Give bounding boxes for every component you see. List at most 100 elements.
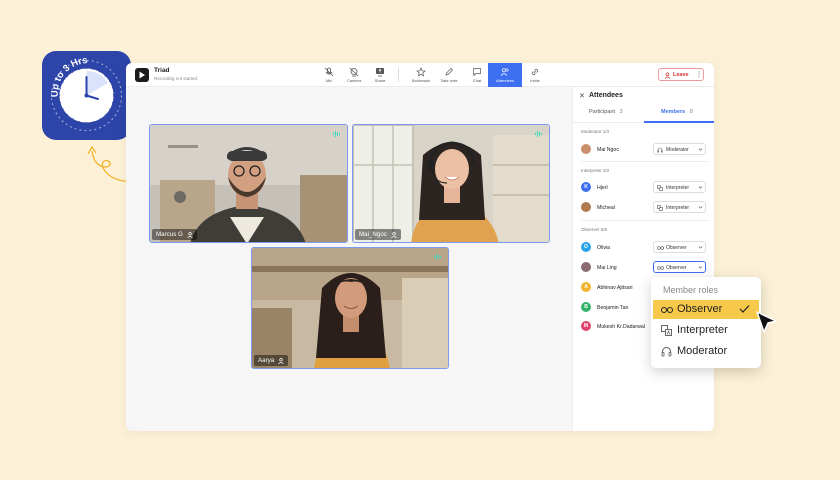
menu-item-interpreter[interactable]: Interpreter — [653, 321, 759, 340]
more-options-icon[interactable]: ⋮ — [696, 71, 702, 78]
section-divider — [581, 220, 709, 221]
person-icon — [187, 231, 193, 238]
participant-name: Mai_Ngoc — [359, 231, 387, 238]
member-name: Hjerl — [597, 184, 608, 191]
name-chip: Aarya — [254, 355, 289, 366]
menu-item-label: Observer — [677, 303, 723, 315]
translate-icon — [657, 184, 663, 191]
member-row: K Hjerl Interpreter — [581, 180, 709, 194]
avatar: M — [581, 321, 591, 331]
member-name: Benjamin Tan — [597, 304, 629, 311]
tab-participant[interactable]: Participant 3 — [589, 109, 623, 115]
member-row: Micheal Interpreter — [581, 200, 709, 214]
share-button[interactable]: Share — [363, 63, 397, 87]
member-row: Mai Ling Observer — [581, 260, 709, 274]
leave-label: Leave — [673, 72, 689, 78]
chevron-down-icon — [698, 148, 703, 151]
role-dropdown[interactable]: Observer — [653, 241, 706, 253]
tab-members[interactable]: Members 8 — [661, 109, 693, 115]
attendees-panel: ✕ Attendees Participant 3 Members 8 Mode… — [572, 87, 714, 431]
role-dropdown[interactable]: Interpreter — [653, 181, 706, 193]
link-icon — [531, 68, 539, 76]
active-tab-indicator — [644, 121, 714, 123]
avatar — [581, 262, 591, 272]
invite-label: Invite — [530, 78, 540, 83]
member-row: Mai Ngoc Moderator — [581, 142, 709, 156]
role-dropdown[interactable]: Observer — [653, 261, 706, 273]
tab-count: 8 — [689, 109, 693, 115]
meeting-title: Triad — [154, 67, 170, 74]
member-name: Olivia — [597, 244, 610, 251]
member-name: Mukesh Kr.Dadarwal — [597, 323, 645, 330]
avatar — [581, 144, 591, 154]
participant-video — [150, 125, 347, 242]
panel-title: Attendees — [589, 92, 623, 99]
participant-name: Aarya — [258, 357, 275, 364]
avatar: K — [581, 182, 591, 192]
participant-video — [353, 125, 549, 242]
invite-button[interactable]: Invite — [518, 63, 552, 87]
section-divider — [581, 161, 709, 162]
section-observer: Observer 5/8 — [581, 227, 608, 232]
translate-icon — [661, 325, 672, 336]
star-icon — [416, 67, 426, 77]
member-name: Mai Ngoc — [597, 146, 619, 153]
member-name: Abhinav Ajitsari — [597, 284, 633, 291]
headset-icon — [661, 347, 672, 357]
menu-item-moderator[interactable]: Moderator — [653, 342, 731, 361]
member-name: Mai Ling — [597, 264, 617, 271]
role-value: Moderator — [666, 146, 689, 153]
recording-status: Recording not started — [154, 76, 198, 81]
section-moderator: Moderator 1/3 — [581, 129, 610, 134]
close-icon[interactable]: ✕ — [579, 92, 585, 100]
menu-item-label: Moderator — [677, 345, 728, 357]
camera-off-icon — [349, 67, 359, 77]
menu-header: Member roles — [663, 285, 719, 295]
check-icon — [739, 305, 750, 313]
toolbar-divider — [398, 68, 399, 82]
audio-level-icon — [333, 131, 340, 137]
avatar: A — [581, 282, 591, 292]
top-toolbar: Triad Recording not started Mic Camera S… — [126, 63, 714, 87]
video-tile-aarya[interactable]: Aarya — [251, 247, 449, 369]
chat-icon — [473, 68, 481, 77]
avatar: O — [581, 242, 591, 252]
participant-video — [252, 248, 448, 368]
attendees-icon — [500, 68, 509, 76]
translate-icon — [657, 204, 663, 211]
avatar: B — [581, 302, 591, 312]
section-interpreter: Interpreter 2/2 — [581, 168, 610, 173]
mouse-cursor-icon — [756, 311, 777, 333]
role-value: Observer — [666, 264, 687, 271]
leave-button[interactable]: Leave ⋮ — [658, 68, 704, 81]
video-tile-marcus[interactable]: Marcus G — [149, 124, 348, 243]
tab-label: Members — [661, 109, 686, 115]
person-icon — [391, 231, 397, 238]
member-row: O Olivia Observer — [581, 240, 709, 254]
menu-item-observer[interactable]: Observer — [653, 300, 759, 319]
chevron-down-icon — [698, 186, 703, 189]
leave-icon — [664, 72, 671, 79]
role-value: Interpreter — [666, 204, 690, 211]
pencil-icon — [445, 68, 453, 76]
member-name: Micheal — [597, 204, 615, 211]
mic-off-icon — [324, 67, 334, 77]
glasses-icon — [661, 307, 673, 313]
share-label: Share — [374, 78, 386, 83]
headset-icon — [657, 147, 663, 152]
audio-level-icon — [434, 254, 441, 260]
video-tile-mai-ngoc[interactable]: Mai_Ngoc — [352, 124, 550, 243]
role-dropdown[interactable]: Moderator — [653, 143, 706, 155]
participant-name: Marcus G — [156, 231, 183, 238]
avatar — [581, 202, 591, 212]
tab-label: Participant — [589, 109, 615, 115]
play-logo-icon — [135, 68, 149, 82]
attendees-button[interactable]: Attendees — [488, 63, 522, 87]
role-dropdown[interactable]: Interpreter — [653, 201, 706, 213]
chevron-down-icon — [698, 206, 703, 209]
role-value: Interpreter — [666, 184, 690, 191]
menu-item-label: Interpreter — [677, 324, 728, 336]
attendees-label: Attendees — [495, 78, 514, 83]
member-roles-menu: Member roles Observer Interpreter Modera… — [651, 277, 761, 368]
person-icon — [278, 357, 284, 364]
